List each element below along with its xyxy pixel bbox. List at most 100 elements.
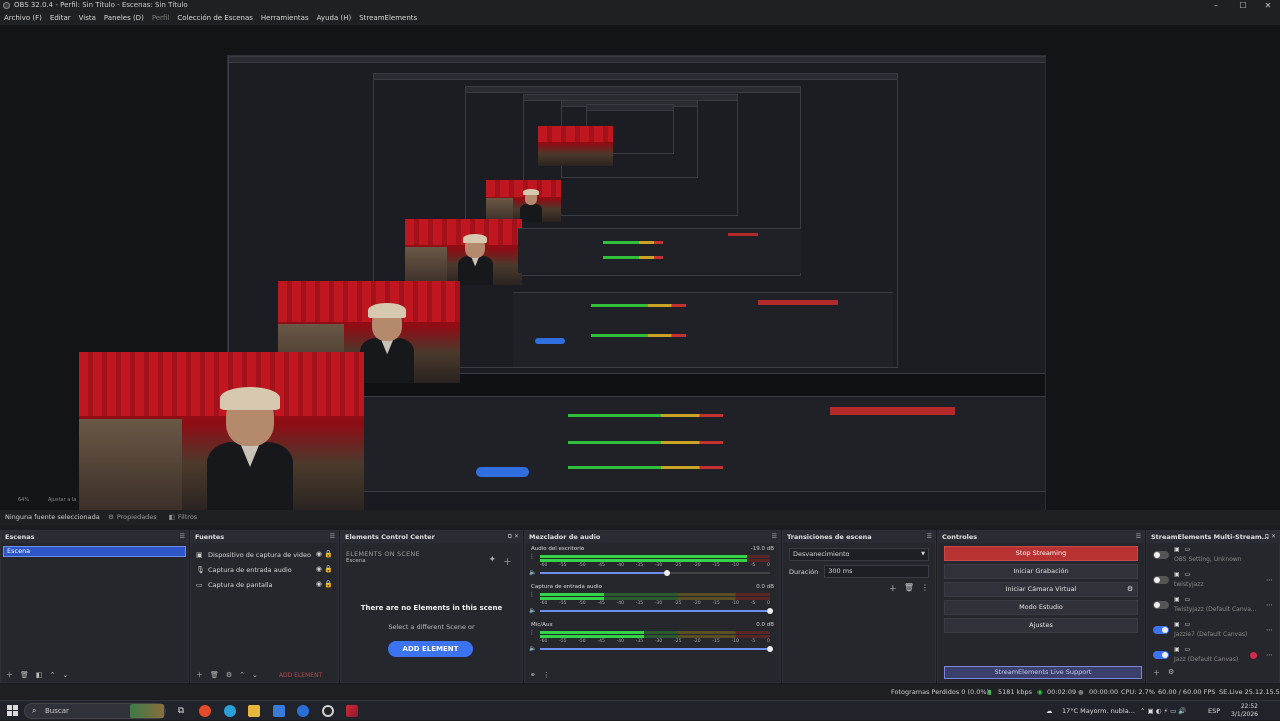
add-icon[interactable]: ＋ bbox=[889, 583, 897, 594]
app-icon[interactable] bbox=[297, 705, 309, 717]
menu-paneles[interactable]: Paneles (D) bbox=[104, 11, 144, 25]
lock-icon[interactable]: 🔒 bbox=[324, 565, 333, 573]
trash-icon[interactable]: 🗑 bbox=[210, 671, 219, 679]
chevron-down-icon[interactable]: ⌄ bbox=[252, 671, 258, 679]
preview-area[interactable]: 64% Ajustar a la bbox=[0, 25, 1280, 618]
more-icon[interactable]: ⋮ bbox=[529, 553, 535, 560]
menu-editar[interactable]: Editar bbox=[50, 11, 71, 25]
menu-vista[interactable]: Vista bbox=[79, 11, 96, 25]
menu-ayuda[interactable]: Ayuda (H) bbox=[317, 11, 352, 25]
more-icon[interactable]: ⋮ bbox=[921, 583, 929, 594]
transition-select[interactable]: Desvanecimiento ▼ bbox=[789, 548, 929, 561]
speaker-icon[interactable]: 🔈 bbox=[529, 607, 536, 614]
dock-menu-icon[interactable]: ☰ bbox=[772, 531, 777, 543]
link-icon[interactable]: ⚭ bbox=[530, 671, 536, 679]
edge-icon[interactable] bbox=[224, 705, 236, 717]
magic-icon[interactable]: ✦ bbox=[488, 555, 496, 568]
add-element-button[interactable]: ADD ELEMENT bbox=[388, 641, 473, 657]
eye-icon[interactable]: ◉ bbox=[316, 580, 322, 588]
volume-slider[interactable] bbox=[540, 570, 770, 576]
more-icon[interactable]: ⋮ bbox=[529, 591, 535, 598]
add-icon[interactable]: ＋ bbox=[196, 670, 203, 680]
menu-herramientas[interactable]: Herramientas bbox=[261, 11, 309, 25]
webcam-source[interactable] bbox=[79, 352, 364, 512]
weather-text[interactable]: 17°C Mayorm. nubla... bbox=[1062, 701, 1135, 721]
gear-icon[interactable]: ⚙ bbox=[226, 671, 232, 679]
tray-icons[interactable]: ⌃ ▣ ◐ ⚡ ▭ 🔊 bbox=[1140, 701, 1186, 721]
clock[interactable]: 22:52 3/1/2026 bbox=[1231, 703, 1258, 719]
more-icon[interactable]: ⋯ bbox=[1266, 626, 1273, 634]
trash-icon[interactable]: 🗑 bbox=[904, 583, 914, 594]
source-item[interactable]: ▣ Dispositivo de captura de video ◉ 🔒 bbox=[191, 547, 338, 562]
volume-knob[interactable] bbox=[767, 646, 773, 652]
dock-menu-icon[interactable]: ☰ bbox=[180, 531, 185, 543]
menu-perfil[interactable]: Perfil bbox=[152, 11, 170, 25]
task-view-icon[interactable]: ⧉ bbox=[175, 705, 187, 717]
gear-icon[interactable]: ⚙ bbox=[1168, 668, 1174, 678]
studio-mode-button[interactable]: Modo Estudio bbox=[944, 600, 1138, 615]
stream-toggle[interactable] bbox=[1153, 626, 1169, 634]
scene-item[interactable]: Escena bbox=[3, 546, 186, 557]
virtual-camera-button[interactable]: Iniciar Cámara Virtual ⚙ bbox=[944, 582, 1138, 597]
source-item[interactable]: ▭ Captura de pantalla ◉ 🔒 bbox=[191, 577, 338, 592]
add-icon[interactable]: ＋ bbox=[6, 670, 13, 680]
fit-label[interactable]: Ajustar a la bbox=[48, 497, 76, 503]
more-icon[interactable]: ⋮ bbox=[543, 671, 550, 679]
properties-button[interactable]: ⚙ Propiedades bbox=[108, 510, 157, 525]
dock-menu-icon[interactable]: ☰ bbox=[330, 531, 335, 543]
volume-slider[interactable] bbox=[540, 608, 773, 614]
menu-coleccion[interactable]: Colección de Escenas bbox=[177, 11, 253, 25]
chevron-up-icon[interactable]: ⌃ bbox=[239, 671, 245, 679]
volume-knob[interactable] bbox=[767, 608, 773, 614]
stream-toggle[interactable] bbox=[1153, 551, 1169, 559]
add-icon[interactable]: ＋ bbox=[503, 555, 512, 568]
chevron-down-icon[interactable]: ⌄ bbox=[62, 671, 68, 679]
obs-taskbar-icon[interactable] bbox=[322, 705, 334, 717]
add-icon[interactable]: ＋ bbox=[1153, 668, 1160, 678]
filter-icon[interactable]: ◧ bbox=[36, 671, 43, 679]
source-item[interactable]: 🎙 Captura de entrada audio ◉ 🔒 bbox=[191, 562, 338, 577]
duration-input[interactable]: 300 ms bbox=[824, 565, 929, 578]
close-button[interactable]: ✕ bbox=[1256, 0, 1280, 11]
lock-icon[interactable]: 🔒 bbox=[324, 580, 333, 588]
streamelements-taskbar-icon[interactable] bbox=[346, 705, 358, 717]
volume-slider[interactable] bbox=[540, 646, 773, 652]
filters-button[interactable]: ◧ Filtros bbox=[169, 510, 197, 525]
windows-start-icon[interactable] bbox=[7, 705, 18, 716]
gear-icon[interactable]: ⚙ bbox=[1122, 583, 1138, 598]
stream-toggle[interactable] bbox=[1153, 576, 1169, 584]
trash-icon[interactable]: 🗑 bbox=[20, 671, 29, 679]
more-icon[interactable]: ⋯ bbox=[1266, 651, 1273, 659]
stream-toggle[interactable] bbox=[1153, 601, 1169, 609]
start-recording-button[interactable]: Iniciar Grabación bbox=[944, 564, 1138, 579]
weather-icon[interactable]: ☁ bbox=[1046, 701, 1053, 721]
volume-knob[interactable] bbox=[663, 570, 670, 576]
settings-button[interactable]: Ajustes bbox=[944, 618, 1138, 633]
language-indicator[interactable]: ESP bbox=[1208, 701, 1220, 721]
stop-streaming-button[interactable]: Stop Streaming bbox=[944, 546, 1138, 561]
eye-icon[interactable]: ◉ bbox=[316, 550, 322, 558]
store-icon[interactable] bbox=[273, 705, 285, 717]
file-explorer-icon[interactable] bbox=[248, 705, 260, 717]
stream-toggle[interactable] bbox=[1153, 651, 1169, 659]
more-icon[interactable]: ⋯ bbox=[1266, 601, 1273, 609]
zoom-level[interactable]: 64% bbox=[18, 497, 29, 503]
dock-close-icon[interactable]: ⧉ ✕ bbox=[1265, 531, 1276, 543]
live-support-button[interactable]: StreamElements Live Support bbox=[944, 666, 1142, 679]
speaker-icon[interactable]: 🔈 bbox=[529, 569, 536, 576]
dock-menu-icon[interactable]: ☰ bbox=[927, 531, 932, 543]
minimize-button[interactable]: – bbox=[1204, 0, 1228, 11]
dock-close-icon[interactable]: ⧉ ✕ bbox=[508, 531, 519, 543]
menu-streamelements[interactable]: StreamElements bbox=[359, 11, 417, 25]
speaker-icon[interactable]: 🔈 bbox=[529, 645, 536, 652]
lock-icon[interactable]: 🔒 bbox=[324, 550, 333, 558]
firefox-icon[interactable] bbox=[199, 705, 211, 717]
menu-archivo[interactable]: Archivo (F) bbox=[4, 11, 42, 25]
add-element-link[interactable]: ADD ELEMENT bbox=[279, 672, 322, 679]
more-icon[interactable]: ⋯ bbox=[1266, 576, 1273, 584]
more-icon[interactable]: ⋮ bbox=[529, 629, 535, 636]
maximize-button[interactable]: ☐ bbox=[1231, 0, 1255, 11]
eye-icon[interactable]: ◉ bbox=[316, 565, 322, 573]
dock-menu-icon[interactable]: ☰ bbox=[1136, 531, 1141, 543]
chevron-up-icon[interactable]: ⌃ bbox=[50, 671, 56, 679]
